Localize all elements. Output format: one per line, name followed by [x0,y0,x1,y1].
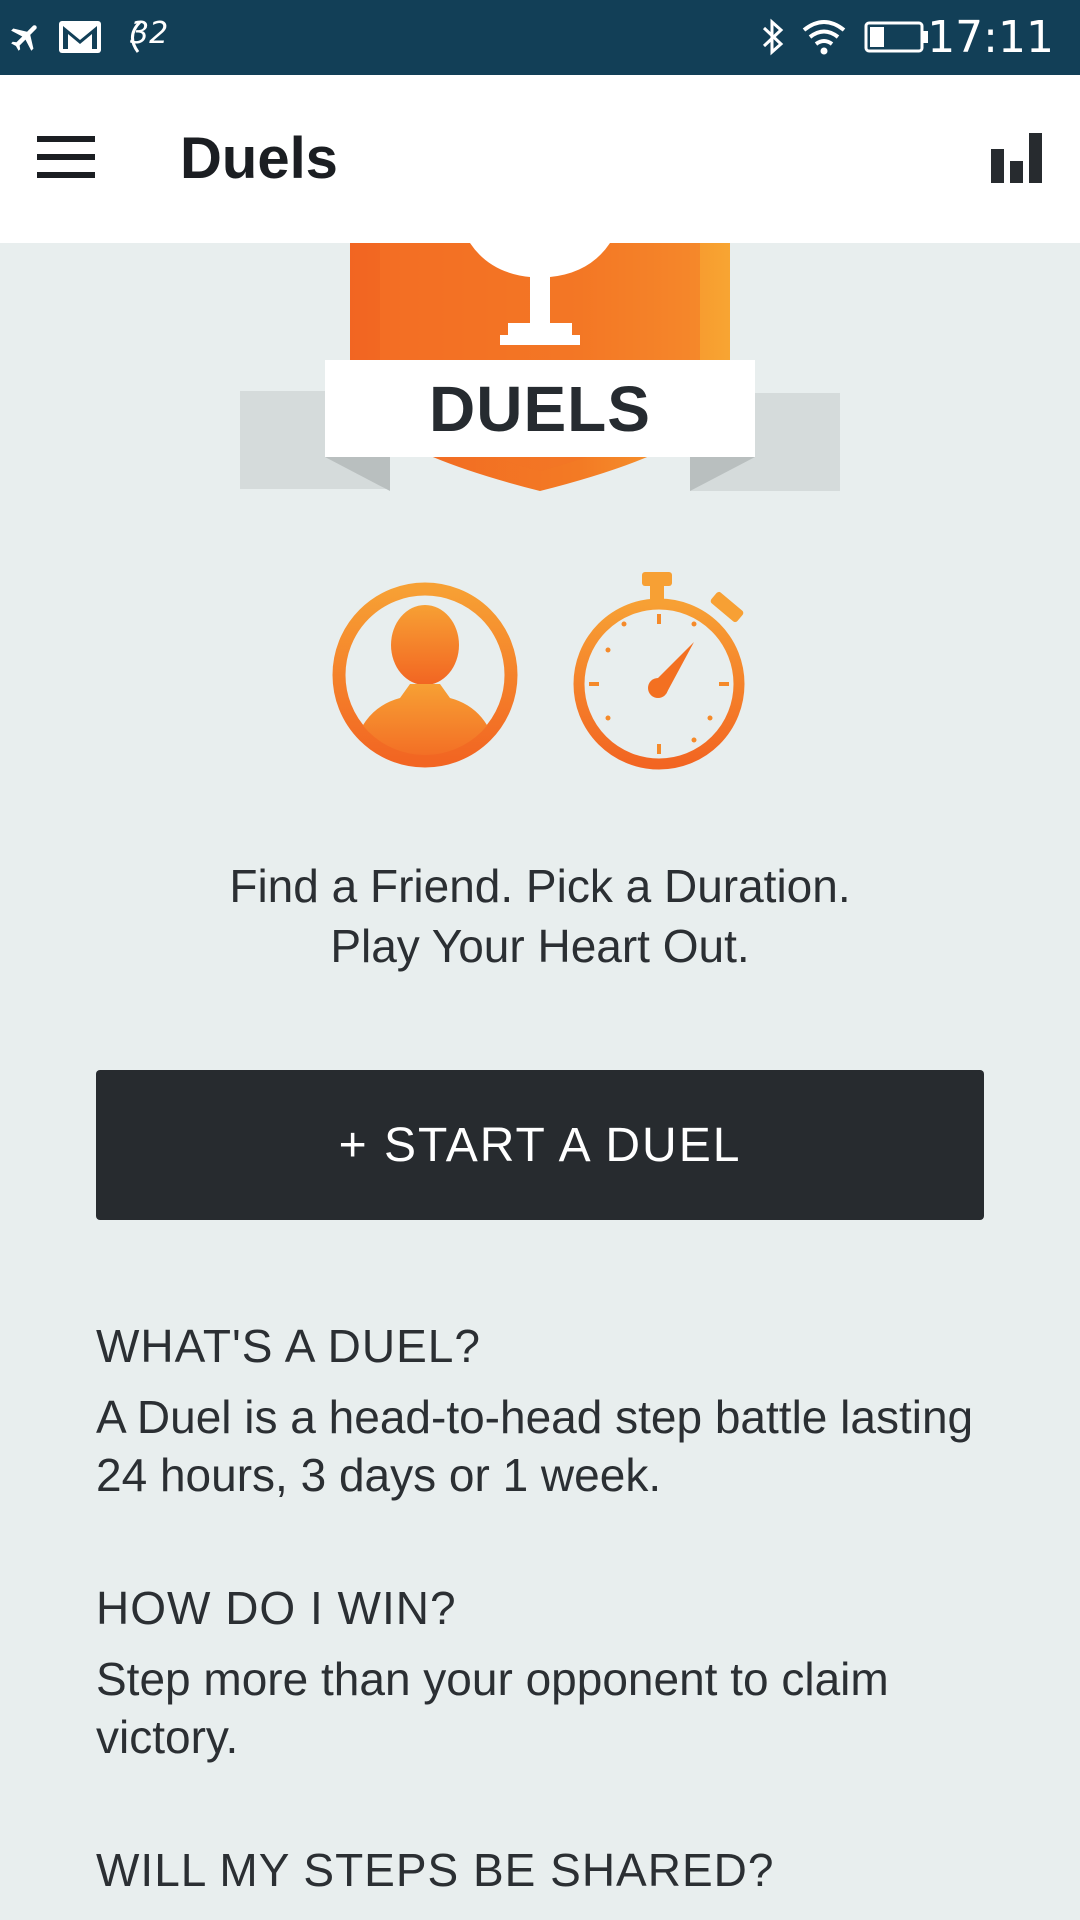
gmail-icon [58,14,102,60]
status-bar: 32 17:11 [0,0,1080,75]
page-title: Duels [180,126,338,191]
faq-answer: A Duel is a head-to-head step battle las… [96,1391,974,1501]
clock: 17:11 [927,12,1054,63]
wifi-icon [800,14,848,60]
battery-icon [864,14,930,60]
faq-question: HOW DO I WIN? [96,1582,457,1634]
tagline-line-2: Play Your Heart Out. [330,920,750,972]
signal-number: 32 [130,16,169,51]
start-duel-button[interactable]: + START A DUEL [96,1070,984,1220]
menu-button[interactable] [22,119,110,199]
tagline: Find a Friend. Pick a Duration. Play You… [0,856,1080,976]
faq-item: WILL MY STEPS BE SHARED? [96,1840,996,1900]
faq-answer: Step more than your opponent to claim vi… [96,1653,889,1763]
stopwatch-icon [570,570,750,775]
stats-button[interactable] [982,125,1052,195]
duels-hero-badge: DUELS [0,243,1080,503]
bluetooth-icon [760,14,786,60]
bar-chart-icon [991,132,1043,188]
hamburger-menu-icon [37,135,95,183]
app-bar: Duels [0,75,1080,243]
faq-question: WILL MY STEPS BE SHARED? [96,1844,775,1896]
person-icon [330,580,520,775]
tagline-line-1: Find a Friend. Pick a Duration. [229,860,851,912]
hero-title: DUELS [325,360,755,457]
faq-item: HOW DO I WIN? Step more than your oppone… [96,1578,996,1766]
airplane-icon [8,14,44,60]
faq-item: WHAT'S A DUEL? A Duel is a head-to-head … [96,1316,996,1504]
feature-icons [0,570,1080,770]
faq-question: WHAT'S A DUEL? [96,1320,481,1372]
